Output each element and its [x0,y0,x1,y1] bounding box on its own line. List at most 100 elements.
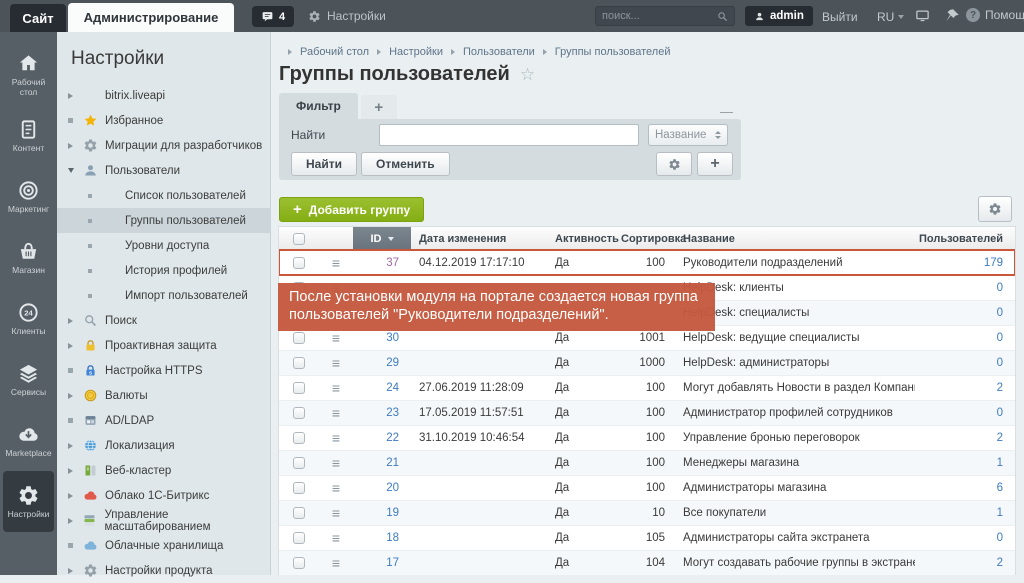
search-icon[interactable] [717,11,728,22]
group-id-link[interactable]: 24 [386,382,399,394]
filter-add-button[interactable]: + [697,152,733,176]
menu-item[interactable]: Миграции для разработчиков [57,133,270,158]
breadcrumb-link[interactable]: Группы пользователей [555,46,671,58]
row-actions-icon[interactable]: ≡ [332,356,340,370]
rail-item[interactable]: Сервисы [3,349,54,410]
rail-item[interactable]: Магазин [3,227,54,288]
row-checkbox[interactable] [293,457,305,469]
breadcrumb-item[interactable]: Настройки [369,46,443,58]
menu-item[interactable]: Веб-кластер [57,458,270,483]
group-id-link[interactable]: 30 [386,332,399,344]
row-actions-icon[interactable]: ≡ [332,456,340,470]
users-count-link[interactable]: 0 [997,282,1003,294]
rail-item[interactable]: Клиенты [3,288,54,349]
menu-item[interactable]: Пользователи [57,158,270,183]
users-count-link[interactable]: 1 [997,507,1003,519]
row-checkbox[interactable] [293,357,305,369]
breadcrumb-item[interactable]: Рабочий стол [280,46,369,58]
breadcrumb-link[interactable]: Настройки [389,46,443,58]
column-header-users[interactable]: Пользователей [915,227,1015,250]
row-actions-icon[interactable]: ≡ [332,506,340,520]
row-checkbox[interactable] [293,332,305,344]
row-checkbox[interactable] [293,557,305,569]
group-id-link[interactable]: 22 [386,432,399,444]
menu-item[interactable]: AD/LDAP [57,408,270,433]
menu-item[interactable]: Поиск [57,308,270,333]
rail-item[interactable]: Настройки [3,471,54,532]
column-header-active[interactable]: Активность [547,227,613,250]
language-select[interactable]: RU [877,10,904,24]
filter-tab[interactable]: Фильтр [279,93,358,119]
users-count-link[interactable]: 179 [984,257,1003,269]
hotkeys-button[interactable] [915,8,930,28]
users-count-link[interactable]: 0 [997,532,1003,544]
row-actions-icon[interactable]: ≡ [332,481,340,495]
menu-item[interactable]: Управление масштабированием [57,508,270,533]
add-group-button[interactable]: + Добавить группу [279,197,424,222]
menu-item[interactable]: Локализация [57,433,270,458]
row-actions-icon[interactable]: ≡ [332,381,340,395]
menu-item[interactable]: bitrix.liveapi [57,83,270,108]
users-count-link[interactable]: 2 [997,432,1003,444]
row-actions-icon[interactable]: ≡ [332,331,340,345]
menu-item[interactable]: Валюты [57,383,270,408]
row-actions-icon[interactable]: ≡ [332,256,340,270]
tab-admin[interactable]: Администрирование [68,3,234,32]
menu-item[interactable]: Список пользователей [57,183,270,208]
row-checkbox[interactable] [293,432,305,444]
group-id-link[interactable]: 21 [386,457,399,469]
help-button[interactable]: ? Помощь [966,8,1024,22]
menu-item[interactable]: Настройки продукта [57,558,270,583]
logout-link[interactable]: Выйти [822,10,858,24]
users-count-link[interactable]: 0 [997,357,1003,369]
breadcrumb-item[interactable]: Группы пользователей [535,46,671,58]
users-count-link[interactable]: 1 [997,457,1003,469]
rail-item[interactable]: Контент [3,105,54,166]
user-button[interactable]: admin [745,6,813,26]
favorite-star-icon[interactable]: ☆ [520,65,535,85]
users-count-link[interactable]: 0 [997,307,1003,319]
group-id-link[interactable]: 17 [386,557,399,569]
select-all-checkbox[interactable] [293,233,305,245]
filter-field-select[interactable]: Название [648,124,728,146]
row-checkbox[interactable] [293,532,305,544]
group-id-link[interactable]: 19 [386,507,399,519]
group-id-link[interactable]: 20 [386,482,399,494]
menu-item[interactable]: Облачные хранилища [57,533,270,558]
cancel-button[interactable]: Отменить [361,152,450,176]
breadcrumb-link[interactable]: Рабочий стол [300,46,369,58]
row-actions-icon[interactable]: ≡ [332,431,340,445]
group-id-link[interactable]: 23 [386,407,399,419]
find-button[interactable]: Найти [291,152,357,176]
menu-item[interactable]: Уровни доступа [57,233,270,258]
users-count-link[interactable]: 2 [997,382,1003,394]
filter-search-input[interactable] [379,124,639,146]
menu-item[interactable]: Облако 1С-Битрикс [57,483,270,508]
rail-item[interactable]: Рабочий стол [3,44,54,105]
column-header-sort[interactable]: Сортировка [613,227,673,250]
menu-item[interactable]: Импорт пользователей [57,283,270,308]
topbar-search[interactable] [595,6,735,26]
column-header-name[interactable]: Название [673,227,915,250]
topbar-settings-button[interactable]: Настройки [308,7,386,25]
group-id-link[interactable]: 18 [386,532,399,544]
users-count-link[interactable]: 0 [997,332,1003,344]
row-checkbox[interactable] [293,407,305,419]
users-count-link[interactable]: 6 [997,482,1003,494]
filter-settings-button[interactable] [656,152,692,176]
collapse-filter-icon[interactable]: — [712,104,741,119]
menu-item[interactable]: Настройка HTTPS [57,358,270,383]
row-actions-icon[interactable]: ≡ [332,531,340,545]
add-filter-tab[interactable]: + [361,95,397,119]
row-actions-icon[interactable]: ≡ [332,406,340,420]
row-checkbox[interactable] [293,507,305,519]
column-header-date[interactable]: Дата изменения [411,227,547,250]
row-checkbox[interactable] [293,382,305,394]
search-input[interactable] [602,10,717,22]
menu-item[interactable]: Избранное [57,108,270,133]
users-count-link[interactable]: 2 [997,557,1003,569]
row-checkbox[interactable] [293,257,305,269]
breadcrumb-link[interactable]: Пользователи [463,46,535,58]
group-id-link[interactable]: 29 [386,357,399,369]
notifications-button[interactable]: 4 [252,6,294,27]
